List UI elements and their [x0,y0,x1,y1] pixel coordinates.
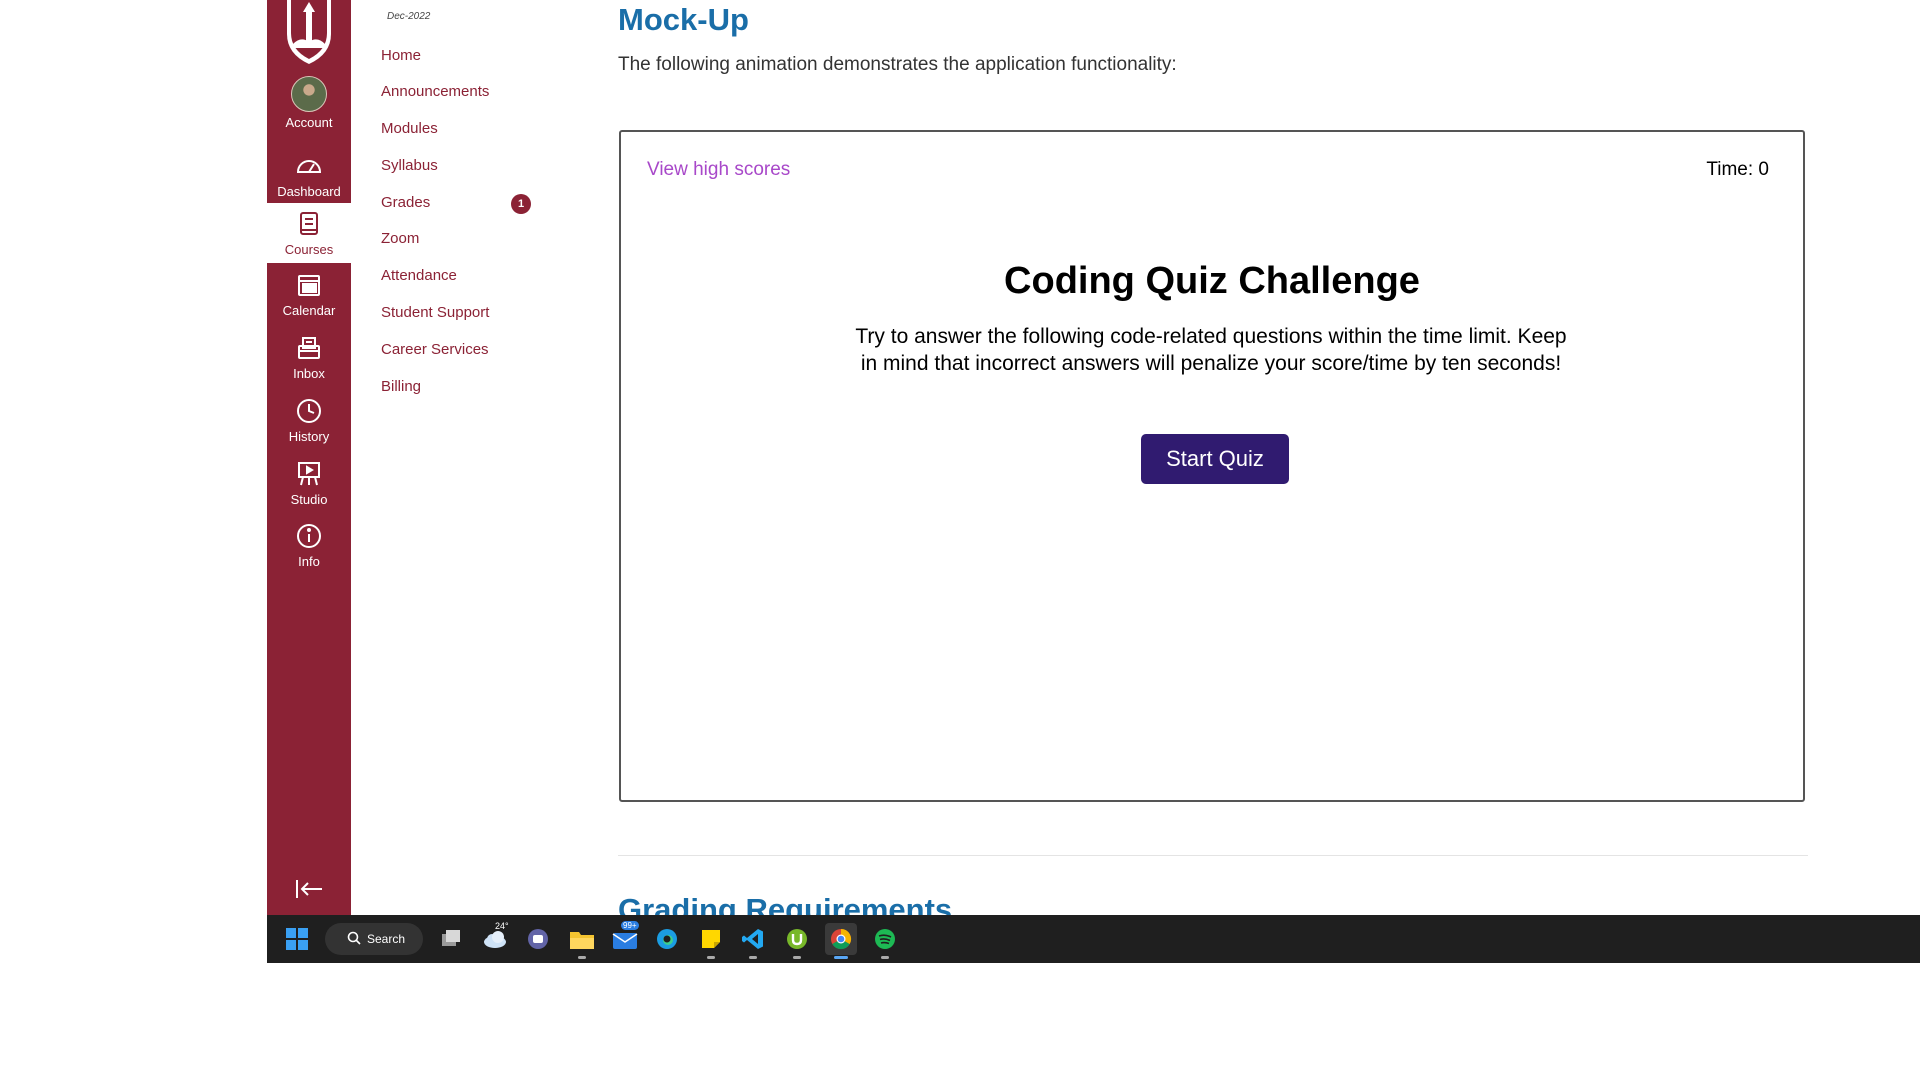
section-heading-grading: Grading Requirements [618,892,953,915]
file-explorer-running-indicator [578,956,586,959]
course-nav-modules[interactable]: Modules [381,120,438,137]
quiz-timer: Time: 0 [1706,159,1769,180]
course-nav-attendance[interactable]: Attendance [381,267,457,284]
avatar [291,76,327,112]
course-nav-announcements[interactable]: Announcements [381,83,489,100]
course-navigation: Dec-2022 Home Announcements Modules Syll… [351,0,551,915]
nav-account[interactable]: Account [267,76,351,136]
course-nav-grades[interactable]: Grades [381,194,430,211]
term-label: Dec-2022 [387,11,431,22]
taskbar-search-label: Search [367,932,406,946]
weather-temperature: 24° [495,921,509,931]
spotify-running-indicator [881,956,889,959]
dashboard-icon [294,151,324,181]
weather-icon[interactable]: 24° [479,921,511,955]
nav-history[interactable]: History [267,396,351,456]
courses-icon [294,209,324,239]
search-icon [347,931,361,948]
nav-info-label: Info [298,554,320,569]
course-nav-career-services[interactable]: Career Services [381,341,489,358]
nav-calendar[interactable]: Calendar [267,270,351,330]
vscode-running-indicator [749,956,757,959]
course-nav-home[interactable]: Home [381,47,421,64]
quiz-demo-frame: View high scores Time: 0 Coding Quiz Cha… [619,130,1805,802]
nav-inbox-label: Inbox [293,366,325,381]
section-divider [618,855,1808,856]
nav-studio[interactable]: Studio [267,459,351,519]
utorrent-icon[interactable] [781,923,813,959]
vscode-icon[interactable] [737,923,769,959]
course-nav-billing[interactable]: Billing [381,378,421,395]
inbox-icon [294,333,324,363]
file-explorer-icon[interactable] [566,923,598,959]
view-high-scores-link[interactable]: View high scores [647,159,790,181]
nav-history-label: History [288,429,330,444]
calendar-icon [294,270,324,300]
nav-dashboard[interactable]: Dashboard [267,151,351,211]
sticky-notes-icon[interactable] [695,923,727,959]
clock-icon [294,396,324,426]
teams-chat-icon[interactable] [522,923,554,955]
edge-icon[interactable] [651,923,683,955]
quiz-title: Coding Quiz Challenge [1004,260,1420,302]
windows-taskbar: Search 24° 99+ [267,915,1920,963]
info-icon [294,521,324,551]
nav-info[interactable]: Info [267,521,351,581]
course-nav-zoom[interactable]: Zoom [381,230,419,247]
section-heading-mockup: Mock-Up [618,2,749,37]
page-content: Mock-Up The following animation demonstr… [618,0,1808,915]
course-nav-syllabus[interactable]: Syllabus [381,157,438,174]
sticky-notes-running-indicator [707,956,715,959]
nav-calendar-label: Calendar [282,303,336,318]
university-logo[interactable] [281,0,337,64]
nav-account-label: Account [285,115,333,130]
collapse-nav-icon[interactable] [294,878,324,900]
spotify-icon[interactable] [869,923,901,959]
chrome-active-indicator [834,956,848,959]
nav-courses[interactable]: Courses [267,203,351,263]
start-quiz-button[interactable]: Start Quiz [1141,434,1289,484]
chrome-icon[interactable] [825,923,857,959]
mail-unread-badge: 99+ [621,921,639,930]
nav-dashboard-label: Dashboard [277,184,341,199]
grades-badge: 1 [511,194,531,214]
nav-inbox[interactable]: Inbox [267,333,351,393]
nav-studio-label: Studio [290,492,328,507]
task-view-icon[interactable] [435,923,467,955]
utorrent-running-indicator [793,956,801,959]
nav-courses-label: Courses [284,242,334,257]
mail-icon[interactable]: 99+ [609,921,641,955]
studio-icon [294,459,324,489]
taskbar-search[interactable]: Search [325,923,423,955]
intro-text: The following animation demonstrates the… [618,54,1177,75]
global-navigation: Account Dashboard Courses Calendar Inbox… [267,0,351,915]
course-nav-student-support[interactable]: Student Support [381,304,489,321]
quiz-description: Try to answer the following code-related… [855,325,1567,375]
windows-start-icon[interactable] [281,923,313,955]
